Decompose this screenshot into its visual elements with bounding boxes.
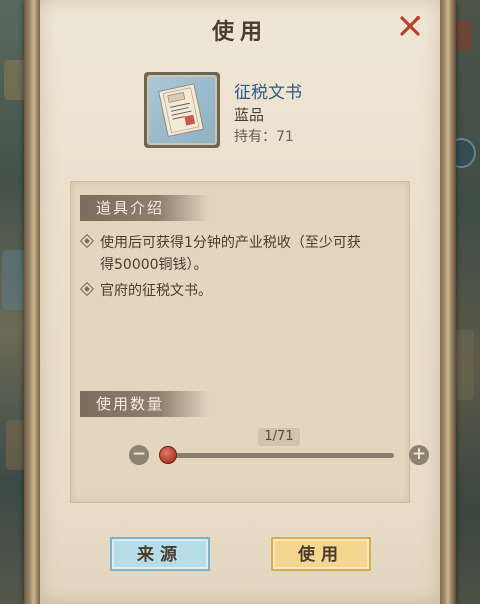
- description-item: 使用后可获得1分钟的产业税收（至少可获: [79, 232, 400, 254]
- close-icon: [400, 16, 420, 36]
- use-button[interactable]: 使用: [271, 537, 371, 571]
- quantity-slider-track[interactable]: [166, 453, 394, 458]
- item-name: 征税文书: [234, 83, 302, 103]
- item-owned-count: 持有：71: [234, 129, 294, 145]
- description-item: 官府的征税文书。: [79, 280, 400, 302]
- close-button[interactable]: [398, 14, 422, 38]
- increase-button[interactable]: +: [409, 445, 429, 465]
- quantity-slider-handle[interactable]: [159, 446, 177, 464]
- description-text: 使用后可获得1分钟的产业税收（至少可获: [100, 235, 361, 251]
- panel-decoration: [40, 494, 440, 604]
- scroll-roller-right: [438, 0, 456, 604]
- diamond-bullet-icon: [79, 233, 95, 249]
- use-item-dialog: 使用 征税文书 蓝品 持有：71 道具介绍 使用后可获得1分钟的产业税收（至少可…: [40, 0, 440, 604]
- decrease-button[interactable]: −: [129, 445, 149, 465]
- tax-document-icon: [158, 83, 205, 138]
- quantity-heading: 使用数量: [80, 391, 210, 417]
- description-item-continued: 得50000铜钱）。: [80, 254, 400, 276]
- item-icon-background: [147, 75, 217, 145]
- quantity-value: 1/71: [258, 428, 300, 446]
- description-text: 官府的征税文书。: [100, 283, 212, 299]
- diamond-bullet-icon: [79, 281, 95, 297]
- item-quality: 蓝品: [234, 106, 265, 124]
- description-heading: 道具介绍: [80, 195, 210, 221]
- item-icon-frame: [144, 72, 220, 148]
- description-text: 得50000铜钱）。: [100, 257, 208, 273]
- dialog-title: 使用: [211, 19, 268, 45]
- source-button[interactable]: 来源: [110, 537, 210, 571]
